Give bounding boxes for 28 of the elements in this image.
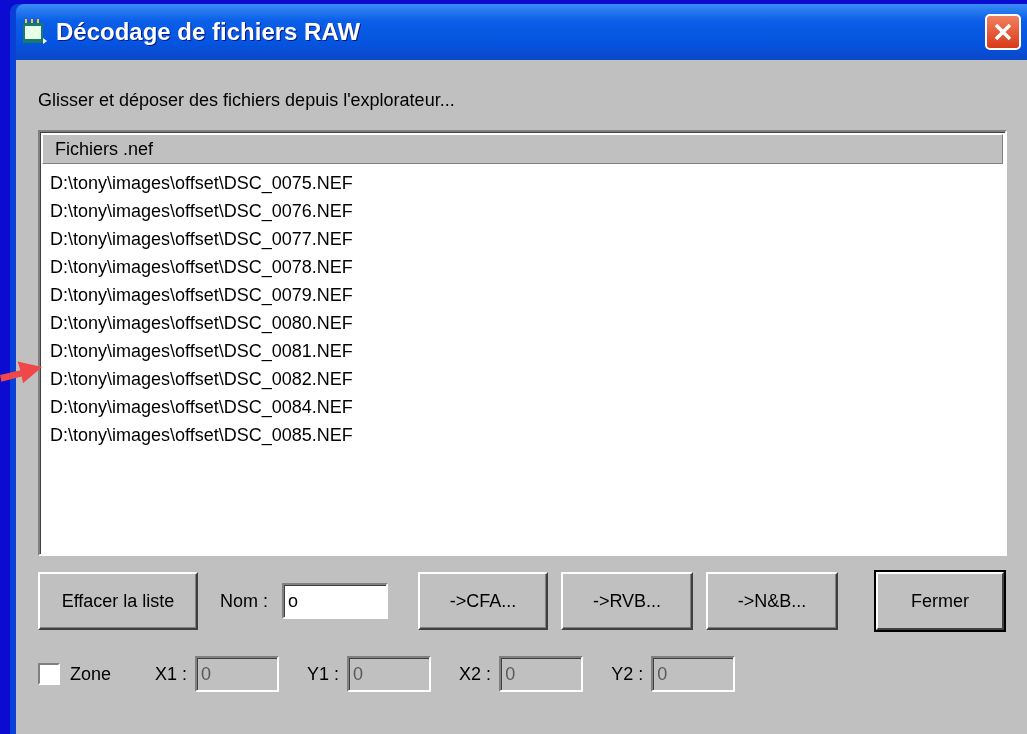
close-button[interactable]: Fermer (876, 572, 1004, 630)
file-row[interactable]: D:\tony\images\offset\DSC_0085.NEF (50, 421, 995, 449)
convert-button[interactable]: ->N&B... (706, 572, 838, 630)
file-row[interactable]: D:\tony\images\offset\DSC_0082.NEF (50, 365, 995, 393)
name-label: Nom : (220, 590, 268, 612)
clear-list-button[interactable]: Effacer la liste (38, 572, 198, 630)
app-icon (22, 18, 48, 46)
coordinate-label: X1 : (155, 663, 188, 685)
window-title: Décodage de fichiers RAW (56, 18, 362, 46)
coordinate-label: Y2 : (611, 663, 644, 685)
convert-button[interactable]: ->CFA... (418, 572, 548, 630)
file-row[interactable]: D:\tony\images\offset\DSC_0084.NEF (50, 393, 995, 421)
coordinate-label: X2 : (459, 663, 492, 685)
column-header[interactable]: Fichiers .nef (42, 134, 1003, 164)
file-row[interactable]: D:\tony\images\offset\DSC_0076.NEF (50, 197, 995, 225)
zone-label: Zone (70, 663, 112, 685)
file-row[interactable]: D:\tony\images\offset\DSC_0078.NEF (50, 253, 995, 281)
file-row[interactable]: D:\tony\images\offset\DSC_0080.NEF (50, 309, 995, 337)
convert-button[interactable]: ->RVB... (561, 572, 693, 630)
instruction-text: Glisser et déposer des fichiers depuis l'explorateur... (38, 90, 456, 112)
file-row[interactable]: D:\tony\images\offset\DSC_0077.NEF (50, 225, 995, 253)
zone-checkbox[interactable] (38, 663, 60, 685)
file-row[interactable]: D:\tony\images\offset\DSC_0081.NEF (50, 337, 995, 365)
coordinate-label: Y1 : (307, 663, 340, 685)
close-icon[interactable] (985, 14, 1021, 50)
file-row[interactable]: D:\tony\images\offset\DSC_0075.NEF (50, 169, 995, 197)
name-field[interactable]: o (282, 583, 388, 619)
file-row[interactable]: D:\tony\images\offset\DSC_0079.NEF (50, 281, 995, 309)
